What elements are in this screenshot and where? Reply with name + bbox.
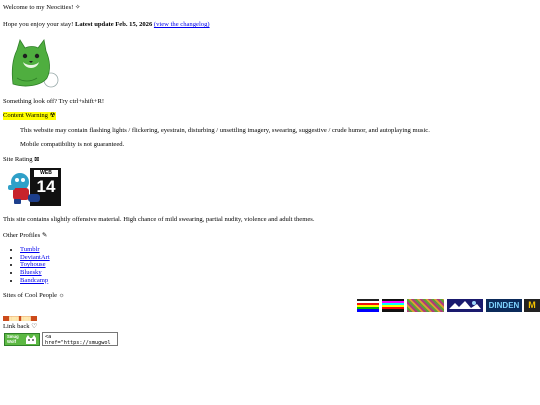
refresh-tip: Something look off? Try ctrl+shift+R! [3, 98, 105, 105]
latest-update-text: Latest update Feb. 15, 2026 [74, 21, 153, 28]
mobile-notice: Mobile compatibility is not guaranteed. [20, 141, 125, 148]
cool-site-badge[interactable] [407, 299, 444, 312]
cool-site-badge[interactable] [357, 299, 379, 312]
content-warning-text: This website may contain flashing lights… [20, 127, 430, 134]
profile-item: Tumblr [20, 246, 50, 254]
content-warning-label: Content Warning ☢ [3, 112, 56, 120]
link-back-code-field[interactable]: <a href="https://smugwol [42, 332, 118, 346]
cool-site-badge-dinden[interactable]: DINDEN [486, 299, 522, 312]
rating-character-icon [8, 173, 40, 204]
small-banner[interactable]: ████ ████ [3, 316, 37, 321]
rating-badge: WEB 14 [4, 168, 61, 206]
profile-item: Bandcamp [20, 277, 50, 285]
site-rating-heading: Site Rating ⊠ [3, 156, 40, 163]
profile-link-bandcamp[interactable]: Bandcamp [20, 277, 48, 284]
profile-link-deviantart[interactable]: DeviantArt [20, 254, 50, 261]
cool-site-art-icon [449, 301, 481, 309]
wolf-head-icon [26, 335, 36, 344]
cool-site-badge[interactable] [447, 299, 483, 312]
profile-link-bluesky[interactable]: Bluesky [20, 269, 42, 276]
link-back-button[interactable]: Smug Wolf [4, 333, 40, 346]
cool-site-badge-m[interactable]: M [524, 299, 540, 312]
profile-item: Toyhouse [20, 261, 50, 269]
rating-description: This site contains slightly offensive ma… [3, 216, 315, 223]
profile-item: Bluesky [20, 269, 50, 277]
other-profiles-heading: Other Profiles ✎ [3, 232, 48, 239]
cool-site-badge[interactable] [382, 299, 404, 312]
cat-avatar-icon [7, 38, 63, 88]
update-line: Hope you enjoy your stay! Latest update … [3, 21, 210, 29]
changelog-link[interactable]: (view the changelog) [154, 21, 210, 28]
link-back-button-text: Smug Wolf [7, 334, 19, 344]
profile-link-tumblr[interactable]: Tumblr [20, 246, 40, 253]
hope-text: Hope you enjoy your stay! [3, 21, 75, 28]
profiles-list: Tumblr DeviantArt Toyhouse Bluesky Bandc… [11, 246, 50, 284]
cool-sites-heading: Sites of Cool People ☼ [3, 292, 65, 299]
profile-item: DeviantArt [20, 254, 50, 262]
link-back-heading: Link back ♡ [3, 323, 38, 330]
welcome-text: Welcome to my Neocities! ✧ [3, 4, 81, 11]
profile-link-toyhouse[interactable]: Toyhouse [20, 261, 46, 268]
